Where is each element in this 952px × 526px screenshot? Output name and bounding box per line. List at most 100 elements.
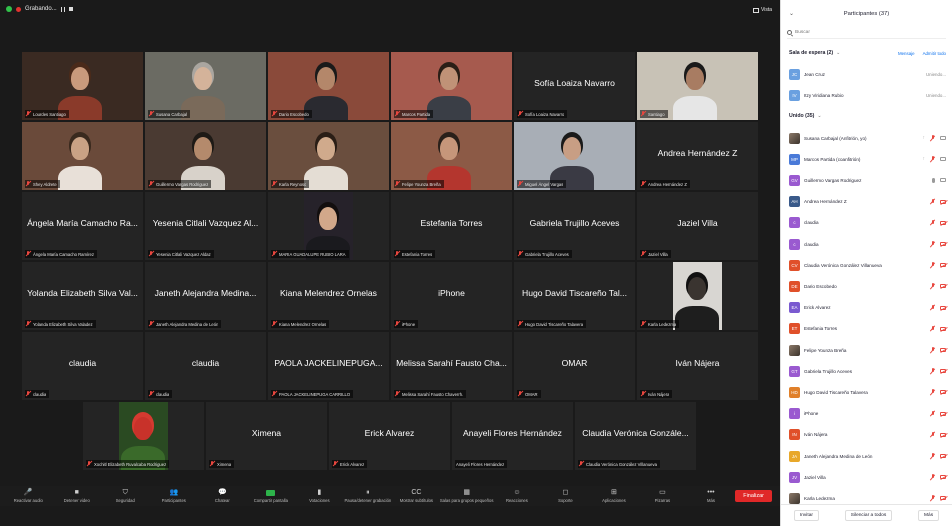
- end-meeting-button[interactable]: Finalizar: [735, 490, 773, 502]
- participant-row[interactable]: MP Marcos Partida (coanfitrión) ↑: [789, 152, 946, 166]
- participant-tile[interactable]: Kiana Melendrez Ornelas Kiana Melendrez O…: [268, 262, 389, 330]
- participant-tile[interactable]: claudia claudia: [145, 332, 266, 400]
- recording-label: Grabando...: [25, 6, 57, 12]
- participant-tile[interactable]: Ximena Ximena: [206, 402, 327, 470]
- name-caption: Anayeli Flores Hernández: [455, 460, 508, 468]
- rooms-button[interactable]: ▦ Salas para grupos pequeños: [440, 486, 494, 506]
- whiteboards-button[interactable]: ▭ Pizarras: [638, 486, 687, 506]
- person-head: [194, 67, 212, 90]
- participant-tile[interactable]: Hugo David Tiscareño Tal... Hugo David Ti…: [514, 262, 635, 330]
- person-head: [440, 137, 458, 160]
- chat-button[interactable]: 💬 Chatear: [198, 486, 247, 506]
- participant-row[interactable]: c claudia: [789, 216, 946, 230]
- apps-button[interactable]: ⊞ Aplicaciones: [590, 486, 639, 506]
- participant-row[interactable]: AH Andrea Hernández Z: [789, 195, 946, 209]
- participant-row[interactable]: CV Claudia Verónica González Villanueva: [789, 258, 946, 272]
- participant-tile[interactable]: PAOLA JACKELINEPUGA... PAOLA JACKELINEPUG…: [268, 332, 389, 400]
- participant-tile[interactable]: Erick Alvarez Erick Alvarez: [329, 402, 450, 470]
- participant-row[interactable]: DE Dario Escobedo: [789, 279, 946, 293]
- name-caption: Shey Aldrete: [25, 180, 60, 188]
- participant-tile[interactable]: Guillermo Vargas Rodriguez: [145, 122, 266, 190]
- participant-tile[interactable]: Karla Ledezma: [637, 262, 758, 330]
- participant-tile[interactable]: Karla Reynoso: [268, 122, 389, 190]
- participant-name: Jaziel Villa: [648, 251, 668, 257]
- participant-tile[interactable]: Susana Carbajal: [145, 52, 266, 120]
- pause-recording-icon[interactable]: [60, 6, 65, 12]
- mic-muted-icon: [26, 181, 31, 187]
- participant-tile[interactable]: OMAR OMAR: [514, 332, 635, 400]
- participant-tile[interactable]: Dario Escobedo: [268, 52, 389, 120]
- message-link[interactable]: Mensaje: [898, 51, 915, 56]
- waiting-participant-row[interactable]: JC Jean Cruz Uniendo...: [789, 67, 946, 81]
- participant-status-icons: [930, 219, 946, 226]
- joined-header[interactable]: Unido (35) ⌄: [789, 113, 946, 119]
- participant-tile[interactable]: Estefania Torres Estefania Torres: [391, 192, 512, 260]
- person-head: [688, 277, 706, 300]
- participant-tile[interactable]: Shey Aldrete: [22, 122, 143, 190]
- participant-tile[interactable]: Andrea Hernández Z Andrea Hernández Z: [637, 122, 758, 190]
- participant-row[interactable]: IN Iván Nájera: [789, 428, 946, 442]
- participant-tile[interactable]: iPhone iPhone: [391, 262, 512, 330]
- mute-all-button[interactable]: Silenciar a todos: [844, 510, 893, 521]
- participant-display-name: Ángela María Camacho Ra...: [27, 218, 138, 228]
- participant-tile[interactable]: Anayeli Flores Hernández Anayeli Flores H…: [452, 402, 573, 470]
- view-button[interactable]: Vista: [752, 7, 772, 13]
- participant-tile[interactable]: Xochitl Elizabeth Ruvalcaba Rodriguez: [83, 402, 204, 470]
- more-button[interactable]: ••• Más: [687, 486, 736, 506]
- participant-row[interactable]: i iPhone: [789, 407, 946, 421]
- participant-display-name: Melissa Sarahí Fausto Cha...: [396, 358, 507, 368]
- participant-tile[interactable]: Janeth Alejandra Medina... Janeth Alejand…: [145, 262, 266, 330]
- participant-row[interactable]: c claudia: [789, 237, 946, 251]
- participant-name: Estefania Torres: [402, 251, 433, 257]
- participant-row[interactable]: ET Estefania Torres: [789, 322, 946, 336]
- participant-row[interactable]: Susana Carbajal (Anfitrión, yo) ↑: [789, 131, 946, 145]
- participant-tile[interactable]: Santiago: [637, 52, 758, 120]
- record-button[interactable]: ⏸ Pausa/detener grabación: [344, 486, 393, 506]
- waiting-participant-row[interactable]: IV Itzy Viridiana Rubio Uniendo...: [789, 88, 946, 102]
- participant-row[interactable]: Felipe Younza Breña: [789, 343, 946, 357]
- stop-recording-icon[interactable]: [68, 7, 73, 11]
- participant-name: Estefania Torres: [804, 326, 838, 332]
- polls-button[interactable]: ▮ Votaciones: [295, 486, 344, 506]
- mic-muted-icon: [149, 181, 154, 187]
- participant-row[interactable]: JV Jaziel Villa: [789, 470, 946, 484]
- security-button[interactable]: ⛉ Seguridad: [101, 486, 150, 506]
- view-label: Vista: [760, 7, 772, 13]
- participant-tile[interactable]: Gabriela Trujillo Aceves Gabriela Trujill…: [514, 192, 635, 260]
- more-button[interactable]: Más: [918, 510, 940, 521]
- participant-tile[interactable]: Felipe Younza Breña: [391, 122, 512, 190]
- audio-button[interactable]: 🎤 Reactivar audio: [4, 486, 53, 506]
- participant-tile[interactable]: Yesenia Citlali Vazquez Al... Yesenia Cit…: [145, 192, 266, 260]
- participant-tile[interactable]: claudia claudia: [22, 332, 143, 400]
- participant-tile[interactable]: Yolanda Elizabeth Silva Val... Yolanda El…: [22, 262, 143, 330]
- participant-tile[interactable]: MARIA GUADALUPE RUBIO LARA: [268, 192, 389, 260]
- participant-tile[interactable]: Melissa Sarahí Fausto Cha... Melissa Sara…: [391, 332, 512, 400]
- subtitles-button[interactable]: CC Mostrar subtítulos: [392, 486, 441, 506]
- participant-row[interactable]: JA Janeth Alejandra Medina de León: [789, 449, 946, 463]
- participant-row[interactable]: EA Erick Alvarez: [789, 301, 946, 315]
- video-button[interactable]: ■ Detener video: [53, 486, 102, 506]
- participant-tile[interactable]: Iván Nájera Iván Nájera: [637, 332, 758, 400]
- security-shield-icon[interactable]: [6, 6, 12, 12]
- participant-tile[interactable]: Marcos Partida: [391, 52, 512, 120]
- participant-tile[interactable]: Miguel Ángel Vargas: [514, 122, 635, 190]
- participant-row[interactable]: GV Guillermo Vargas Rodriguez: [789, 173, 946, 187]
- participants-button[interactable]: 👥 Participantes: [150, 486, 199, 506]
- participant-tile[interactable]: Claudia Verónica Gonzále... Claudia Verón…: [575, 402, 696, 470]
- reactions-button[interactable]: ☺ Reacciones: [493, 486, 542, 506]
- participant-row[interactable]: HD Hugo David Tiscareño Talavera: [789, 385, 946, 399]
- participant-tile[interactable]: Sofía Loaiza Navarro Sofía Loaiza Navarro: [514, 52, 635, 120]
- participant-tile[interactable]: Jaziel Villa Jaziel Villa: [637, 192, 758, 260]
- waiting-room-header[interactable]: Sala de espera (2) ⌄ Mensaje Admitir tod…: [789, 50, 946, 56]
- invite-button[interactable]: Invitar: [793, 510, 819, 521]
- support-button[interactable]: ◻ Soporte: [541, 486, 590, 506]
- participant-tile[interactable]: Ángela María Camacho Ra... Ángela María C…: [22, 192, 143, 260]
- name-caption: Andrea Hernández Z: [640, 180, 690, 188]
- name-caption: Miguel Ángel Vargas: [517, 180, 567, 188]
- admit-all-link[interactable]: Admitir todo: [923, 51, 946, 56]
- search-field[interactable]: Buscar: [787, 27, 946, 39]
- participant-tile[interactable]: Lourdes Santiago: [22, 52, 143, 120]
- participant-row[interactable]: GT Gabriela Trujillo Aceves: [789, 364, 946, 378]
- share-button[interactable]: Compartir pantalla: [247, 486, 296, 506]
- meeting-toolbar: 🎤 Reactivar audio ■ Detener video ⛉ Seguridad…: [0, 486, 780, 506]
